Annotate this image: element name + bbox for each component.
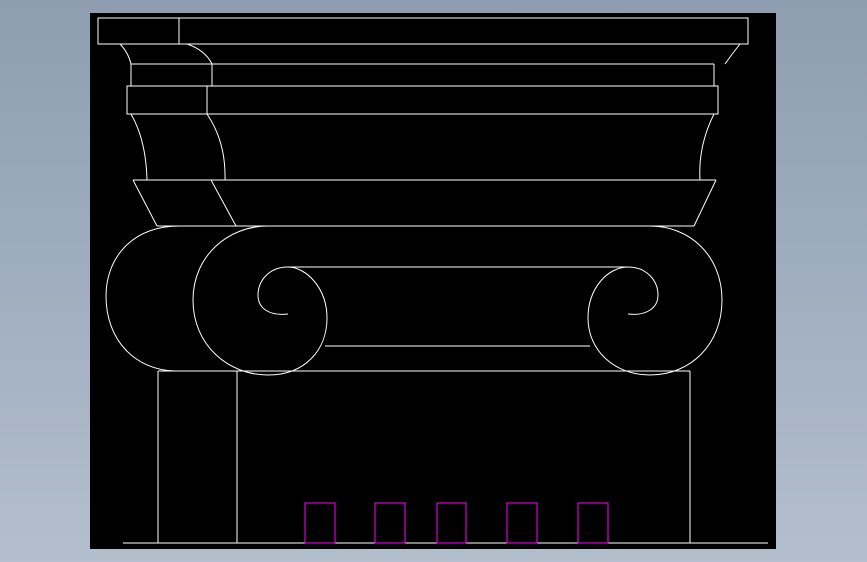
magenta-block-1 — [304, 502, 336, 544]
magenta-block-4 — [506, 502, 538, 544]
magenta-block-2 — [374, 502, 406, 544]
magenta-block-3 — [436, 502, 467, 544]
cavetto-curves — [130, 113, 715, 181]
volute-channel — [158, 225, 690, 372]
magenta-block-5 — [577, 502, 609, 544]
magenta-blocks — [304, 502, 609, 544]
echinus-band — [132, 179, 717, 227]
front-volute-right — [587, 225, 723, 376]
abacus-lower-slab — [126, 85, 719, 115]
abacus-top-slab — [97, 17, 749, 45]
column-shaft — [157, 371, 691, 543]
cad-application-window — [0, 0, 867, 562]
abacus-cyma-curves — [119, 43, 741, 65]
front-volute-left — [192, 225, 328, 376]
fillet-band — [130, 63, 715, 86]
left-side-volute — [105, 225, 181, 372]
capital-elevation-drawing — [97, 17, 768, 544]
